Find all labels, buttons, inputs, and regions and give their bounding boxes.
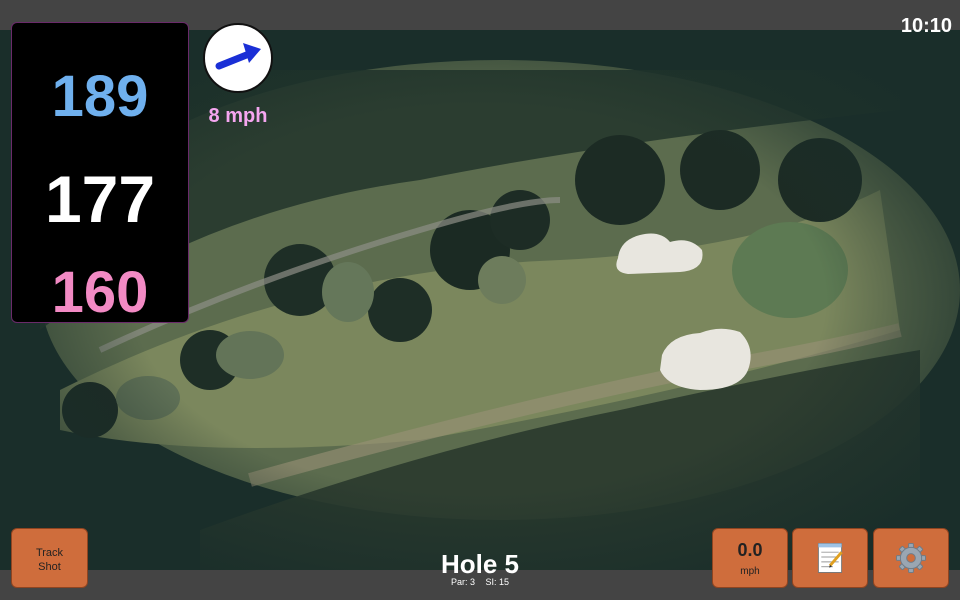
- speed-unit: mph: [740, 566, 760, 577]
- track-shot-button[interactable]: Track Shot: [11, 528, 88, 588]
- clock: 10:10: [900, 15, 952, 37]
- gear-icon: [896, 543, 926, 573]
- speed-value: 0.0: [737, 540, 763, 560]
- wind-dial: [203, 23, 273, 93]
- track-shot-label-line2: Shot: [38, 561, 61, 573]
- hole-par: Par: 3: [450, 577, 475, 587]
- middle-distance: 177: [44, 162, 156, 236]
- back-distance: 189: [51, 64, 149, 129]
- settings-button[interactable]: [873, 528, 949, 588]
- hole-meta: Par: 3 SI: 15: [380, 577, 580, 587]
- hole-stroke-index: SI: 15: [485, 577, 510, 587]
- hole-title: Hole 5: [440, 549, 520, 579]
- wind-arrow-icon: [215, 43, 261, 70]
- notepad-icon: [817, 543, 843, 573]
- yardage-panel: 189 177 160: [11, 22, 189, 325]
- track-shot-label-line1: Track: [35, 547, 64, 559]
- front-distance: 160: [51, 260, 149, 325]
- speed-button[interactable]: 0.0 mph: [712, 528, 788, 588]
- wind-speed: 8 mph: [208, 105, 268, 127]
- notes-button[interactable]: [792, 528, 868, 588]
